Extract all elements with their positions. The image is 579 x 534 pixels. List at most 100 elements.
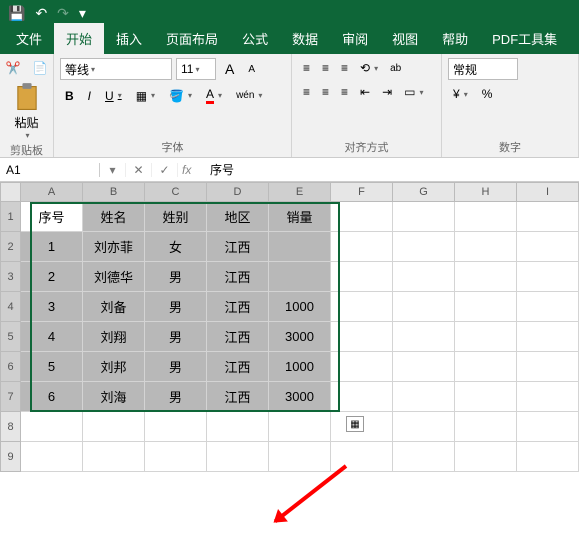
cell[interactable] xyxy=(455,322,517,352)
cell[interactable]: 销量 xyxy=(269,202,331,232)
tab-file[interactable]: 文件 xyxy=(4,23,54,54)
cell[interactable] xyxy=(393,322,455,352)
cell[interactable] xyxy=(517,442,579,472)
cell[interactable] xyxy=(207,412,269,442)
cell[interactable] xyxy=(517,262,579,292)
cell[interactable]: 刘亦菲 xyxy=(83,232,145,262)
cell[interactable] xyxy=(517,292,579,322)
cell[interactable] xyxy=(455,442,517,472)
column-header[interactable]: B xyxy=(83,182,145,202)
cell[interactable] xyxy=(393,352,455,382)
row-header[interactable]: 4 xyxy=(0,292,21,322)
cell[interactable]: 江西 xyxy=(207,232,269,262)
cell[interactable] xyxy=(269,442,331,472)
cell[interactable] xyxy=(455,382,517,412)
cell[interactable] xyxy=(269,232,331,262)
tab-data[interactable]: 数据 xyxy=(280,23,330,54)
cell[interactable]: 姓名 xyxy=(83,202,145,232)
cell[interactable] xyxy=(455,292,517,322)
column-header[interactable]: A xyxy=(21,182,83,202)
cell[interactable] xyxy=(393,262,455,292)
tab-view[interactable]: 视图 xyxy=(380,23,430,54)
save-icon[interactable]: 💾 xyxy=(8,5,25,22)
cell[interactable] xyxy=(393,292,455,322)
cell[interactable]: 序号 xyxy=(21,202,83,232)
cut-icon[interactable]: ✂️ xyxy=(1,58,26,78)
align-middle-icon[interactable]: ≡ xyxy=(317,58,334,78)
undo-icon[interactable]: ↶ xyxy=(35,5,47,22)
font-name-combo[interactable]: 等线▾ xyxy=(60,58,172,80)
cell[interactable]: 江西 xyxy=(207,262,269,292)
decrease-font-icon[interactable]: A xyxy=(243,61,260,78)
cell[interactable] xyxy=(269,262,331,292)
cells-area[interactable]: 序号姓名姓别地区销量1刘亦菲女江西2刘德华男江西3刘备男江西10004刘翔男江西… xyxy=(21,202,579,472)
align-top-icon[interactable]: ≡ xyxy=(298,58,315,78)
column-header[interactable]: I xyxy=(517,182,579,202)
column-header[interactable]: D xyxy=(207,182,269,202)
cell[interactable]: 姓别 xyxy=(145,202,207,232)
cell[interactable] xyxy=(331,262,393,292)
cell[interactable] xyxy=(455,262,517,292)
name-box[interactable]: A1 xyxy=(0,163,100,177)
cell[interactable]: 刘备 xyxy=(83,292,145,322)
cell[interactable]: 3000 xyxy=(269,382,331,412)
column-header[interactable]: H xyxy=(455,182,517,202)
font-color-button[interactable]: A▾ xyxy=(201,84,227,107)
currency-button[interactable]: ¥▾ xyxy=(448,84,473,104)
tab-pdf[interactable]: PDF工具集 xyxy=(480,23,569,54)
cell[interactable] xyxy=(83,442,145,472)
cell[interactable]: 6 xyxy=(21,382,83,412)
confirm-icon[interactable]: ✓ xyxy=(152,163,178,177)
column-header[interactable]: F xyxy=(331,182,393,202)
cell[interactable] xyxy=(393,202,455,232)
fx-icon[interactable]: fx xyxy=(178,163,204,177)
align-bottom-icon[interactable]: ≡ xyxy=(336,58,353,78)
cell[interactable] xyxy=(455,352,517,382)
tab-home[interactable]: 开始 xyxy=(54,23,104,54)
font-size-combo[interactable]: 11▾ xyxy=(176,58,216,80)
row-header[interactable]: 2 xyxy=(0,232,21,262)
cell[interactable] xyxy=(517,232,579,262)
fill-color-button[interactable]: 🪣▾ xyxy=(164,86,197,106)
dropdown-icon[interactable]: ▾ xyxy=(100,163,126,177)
autofill-options-button[interactable]: ▦ xyxy=(346,416,364,432)
cell[interactable] xyxy=(331,382,393,412)
redo-icon[interactable]: ↷ xyxy=(57,5,69,22)
increase-font-icon[interactable]: A xyxy=(220,58,239,80)
cell[interactable]: 江西 xyxy=(207,352,269,382)
cell[interactable]: 刘翔 xyxy=(83,322,145,352)
row-header[interactable]: 7 xyxy=(0,382,21,412)
cell[interactable]: 江西 xyxy=(207,292,269,322)
cell[interactable] xyxy=(517,412,579,442)
cell[interactable] xyxy=(331,352,393,382)
bold-button[interactable]: B xyxy=(60,86,79,106)
cell[interactable]: 江西 xyxy=(207,382,269,412)
cell[interactable]: 刘邦 xyxy=(83,352,145,382)
cell[interactable] xyxy=(331,292,393,322)
cell[interactable] xyxy=(331,202,393,232)
cell[interactable] xyxy=(455,202,517,232)
cell[interactable] xyxy=(517,322,579,352)
orientation-icon[interactable]: ⟲▾ xyxy=(355,58,383,78)
cell[interactable] xyxy=(517,382,579,412)
indent-right-icon[interactable]: ⇥ xyxy=(377,82,397,102)
tab-layout[interactable]: 页面布局 xyxy=(154,23,230,54)
cell[interactable]: 男 xyxy=(145,262,207,292)
underline-button[interactable]: U▾ xyxy=(100,86,127,106)
row-header[interactable]: 5 xyxy=(0,322,21,352)
cell[interactable]: 男 xyxy=(145,322,207,352)
cell[interactable]: 2 xyxy=(21,262,83,292)
cell[interactable] xyxy=(455,232,517,262)
percent-button[interactable]: % xyxy=(477,84,498,104)
copy-icon[interactable]: 📄 xyxy=(28,58,53,78)
cell[interactable]: 刘海 xyxy=(83,382,145,412)
align-center-icon[interactable]: ≡ xyxy=(317,82,334,102)
cell[interactable]: 1000 xyxy=(269,352,331,382)
cell[interactable] xyxy=(269,412,331,442)
cancel-icon[interactable]: ✕ xyxy=(126,163,152,177)
select-all-corner[interactable] xyxy=(0,182,21,202)
cell[interactable] xyxy=(145,412,207,442)
cell[interactable]: 4 xyxy=(21,322,83,352)
column-header[interactable]: E xyxy=(269,182,331,202)
wrap-text-button[interactable]: ab xyxy=(385,58,406,78)
